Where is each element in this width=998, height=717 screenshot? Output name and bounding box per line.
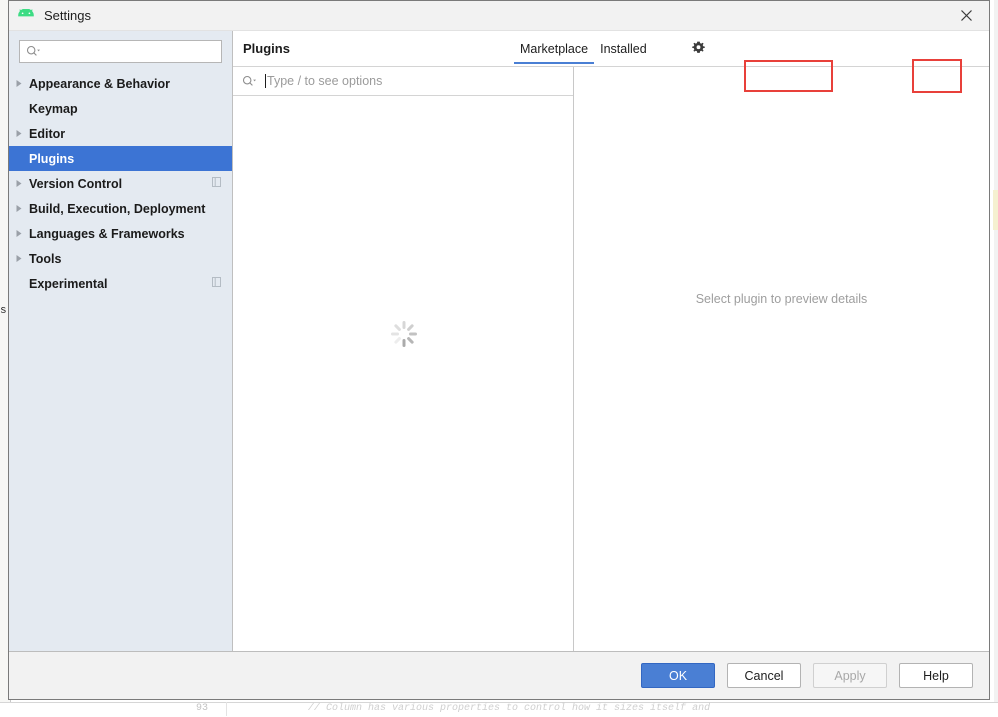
gear-icon [691,41,706,56]
sidebar-item-label: Appearance & Behavior [29,77,170,91]
plugins-content: Plugins Marketplace Installed [233,31,989,651]
plugin-search-placeholder: Type / to see options [267,74,382,88]
plugins-header: Plugins Marketplace Installed [233,31,989,66]
sidebar-item-build-execution-deployment[interactable]: Build, Execution, Deployment [9,196,232,221]
loading-spinner-icon [390,320,418,348]
sidebar-search-container [9,31,232,71]
chevron-right-icon[interactable] [9,79,29,88]
background-right-accent [993,190,998,230]
chevron-right-icon[interactable] [9,229,29,238]
sidebar-search-input[interactable] [45,45,215,59]
sidebar-item-label: Keymap [29,102,78,116]
sidebar-item-appearance-and-behavior[interactable]: Appearance & Behavior [9,71,232,96]
android-robot-icon [16,9,36,23]
plugin-search-field[interactable]: Type / to see options [242,74,573,88]
sidebar-item-keymap[interactable]: Keymap [9,96,232,121]
sidebar-item-version-control[interactable]: Version Control [9,171,232,196]
window-title: Settings [44,8,91,23]
preview-placeholder-text: Select plugin to preview details [696,292,868,306]
sidebar-item-label: Tools [29,252,61,266]
ok-button[interactable]: OK [641,663,715,688]
sidebar-item-editor[interactable]: Editor [9,121,232,146]
close-icon [960,9,973,22]
background-gutter-divider [226,702,227,716]
sidebar-item-plugins[interactable]: Plugins [9,146,232,171]
help-button[interactable]: Help [899,663,973,688]
cancel-button[interactable]: Cancel [727,663,801,688]
dialog-body: Appearance & Behavior Keymap Editor Plug… [9,30,989,651]
chevron-right-icon[interactable] [9,254,29,263]
plugins-panels: Type / to see options [233,66,989,651]
project-scope-icon [212,177,223,188]
tab-marketplace[interactable]: Marketplace [514,31,594,66]
apply-button[interactable]: Apply [813,663,887,688]
sidebar-item-label: Version Control [29,177,122,191]
plugin-search-box[interactable]: Type / to see options [233,67,573,96]
chevron-right-icon[interactable] [9,179,29,188]
plugins-tabs: Marketplace Installed [514,31,653,66]
sidebar-search-box[interactable] [19,40,222,63]
sidebar-item-label: Editor [29,127,65,141]
page-title: Plugins [243,41,290,56]
plugins-settings-button[interactable] [685,36,712,61]
background-gutter-number: 93 [196,703,208,714]
close-button[interactable] [943,1,989,30]
sidebar-item-label: Build, Execution, Deployment [29,202,205,216]
search-icon [242,75,257,88]
tab-installed[interactable]: Installed [594,31,653,66]
background-edge-glyph: s [0,305,7,317]
sidebar-item-label: Languages & Frameworks [29,227,185,241]
background-code-line: // Column has various properties to cont… [308,703,710,714]
tab-label: Marketplace [520,42,588,56]
plugin-list-loading-area [233,96,573,651]
plugin-list-panel: Type / to see options [233,67,574,651]
search-icon [26,45,41,58]
settings-dialog: Settings [8,0,990,700]
settings-sidebar: Appearance & Behavior Keymap Editor Plug… [9,31,233,651]
dialog-footer: OK Cancel Apply Help [9,651,989,699]
background-right-edge [994,0,998,716]
chevron-right-icon[interactable] [9,129,29,138]
sidebar-item-label: Experimental [29,277,108,291]
tab-label: Installed [600,42,647,56]
sidebar-item-experimental[interactable]: Experimental [9,271,232,296]
dialog-title-bar: Settings [9,1,989,30]
project-scope-icon [212,277,223,288]
settings-category-tree: Appearance & Behavior Keymap Editor Plug… [9,71,232,651]
sidebar-item-label: Plugins [29,152,74,166]
text-cursor [265,74,266,88]
chevron-right-icon[interactable] [9,204,29,213]
plugin-preview-panel: Select plugin to preview details [574,67,989,651]
sidebar-item-languages-and-frameworks[interactable]: Languages & Frameworks [9,221,232,246]
sidebar-item-tools[interactable]: Tools [9,246,232,271]
